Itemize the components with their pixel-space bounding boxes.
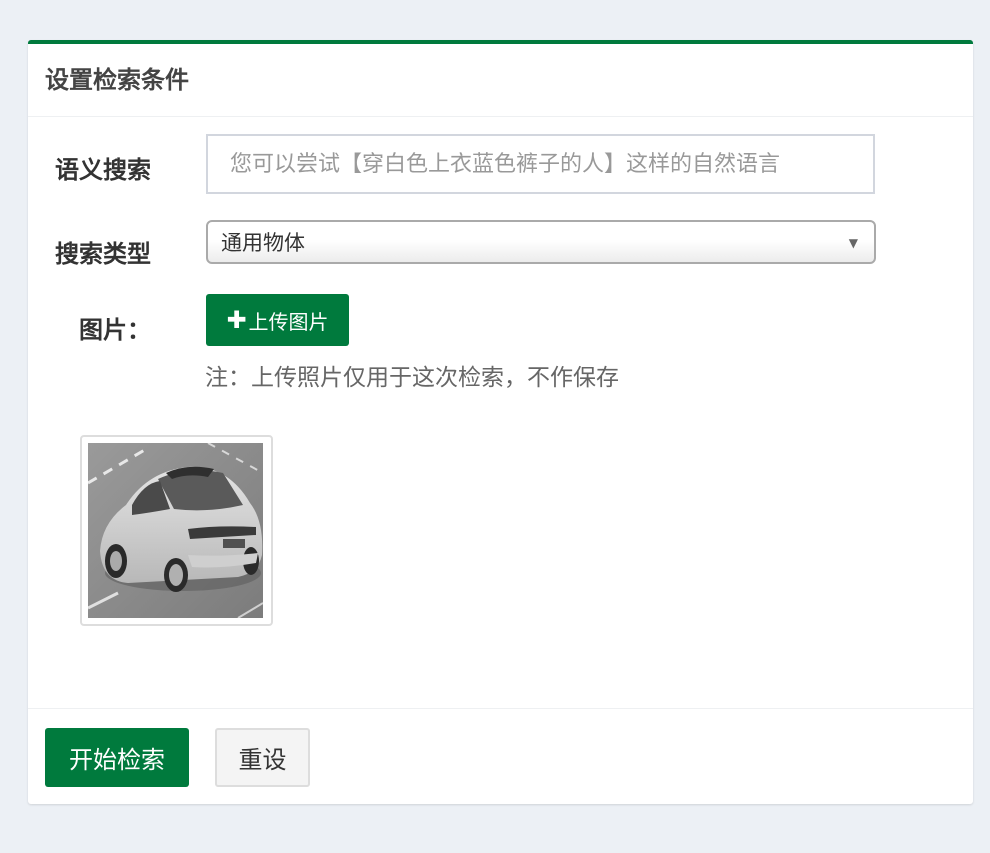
- search-type-selected-value: 通用物体: [221, 231, 305, 255]
- caret-down-icon: ▼: [848, 236, 858, 250]
- search-type-select[interactable]: 通用物体 ▼: [206, 220, 876, 264]
- start-search-button[interactable]: 开始检索: [45, 728, 189, 787]
- semantic-search-label: 语义搜索: [55, 156, 151, 184]
- uploaded-image-thumbnail[interactable]: [80, 435, 273, 626]
- reset-button[interactable]: 重设: [215, 728, 310, 787]
- upload-image-label: 上传图片: [248, 309, 329, 334]
- upload-note: 注：上传照片仅用于这次检索，不作保存: [205, 365, 619, 391]
- panel-header: 设置检索条件: [28, 44, 973, 117]
- panel-footer: 开始检索 重设: [28, 708, 973, 804]
- search-type-label: 搜索类型: [55, 240, 151, 268]
- image-label: 图片：: [79, 316, 151, 344]
- semantic-search-input[interactable]: [206, 134, 875, 194]
- car-photo: [88, 443, 263, 618]
- search-conditions-panel: 设置检索条件 语义搜索 搜索类型 通用物体 ▼ 图片： ✚ 上传图片 注：上传照…: [28, 40, 973, 804]
- upload-image-button[interactable]: ✚ 上传图片: [206, 294, 349, 346]
- panel-title: 设置检索条件: [45, 65, 189, 94]
- plus-icon: ✚: [226, 306, 247, 334]
